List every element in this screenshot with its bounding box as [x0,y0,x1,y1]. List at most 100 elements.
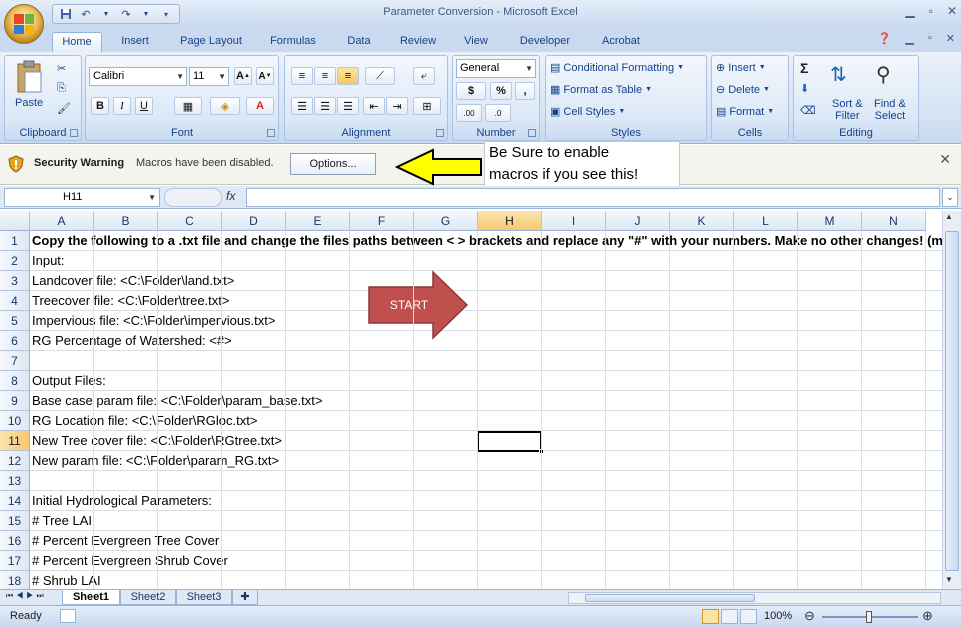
column-header[interactable]: E [286,211,350,231]
tab-developer[interactable]: Developer [508,32,582,52]
cell-a17[interactable]: # Percent Evergreen Shrub Cover [32,551,228,571]
align-right-icon[interactable]: ☰ [337,97,359,115]
office-button[interactable] [4,4,44,44]
page-break-view-icon[interactable] [740,609,757,624]
format-as-table-button[interactable]: ▦ Format as Table ▼ [550,83,652,97]
align-middle-icon[interactable]: ≡ [314,67,336,85]
align-left-icon[interactable]: ☰ [291,97,313,115]
close-icon[interactable]: ✕ [939,151,951,168]
cell-a8[interactable]: Output Files: [32,371,106,391]
workbook-restore-icon[interactable]: ▫ [928,32,932,45]
workbook-close-icon[interactable]: ✕ [946,32,955,45]
row-header[interactable]: 1 [0,231,30,251]
font-color-icon[interactable]: A [246,97,274,115]
paste-button[interactable]: Paste [15,60,43,109]
help-icon[interactable]: ❓ [878,32,892,45]
column-header[interactable]: C [158,211,222,231]
column-header[interactable]: K [670,211,734,231]
sort-filter-icon[interactable]: ⇅ [830,62,847,87]
copy-icon[interactable]: ⎘ [57,82,66,95]
cell-a15[interactable]: # Tree LAI [32,511,92,531]
number-launcher-icon[interactable] [528,129,536,137]
page-layout-view-icon[interactable] [721,609,738,624]
tab-page-layout[interactable]: Page Layout [172,32,250,52]
font-size-combo[interactable]: 11 ▼ [189,67,229,86]
find-select-icon[interactable]: ⚲ [876,62,891,87]
column-header[interactable]: H [478,211,542,231]
worksheet-grid[interactable]: ABCDEFGHIJKLMN 1 Copy the following to a … [0,211,942,589]
row-header[interactable]: 6 [0,331,30,351]
name-box[interactable]: H11 ▼ [4,188,160,207]
align-bottom-icon[interactable]: ≡ [337,67,359,85]
column-header[interactable]: B [94,211,158,231]
workbook-minimize-icon[interactable]: ▁ [905,32,913,45]
shrink-font-icon[interactable]: A ▼ [256,67,274,85]
tab-insert[interactable]: Insert [110,32,160,52]
increase-indent-icon[interactable]: ⇥ [386,97,408,115]
cell-a10[interactable]: RG Location file: <C:\Folder\RGloc.txt> [32,411,257,431]
column-header[interactable]: N [862,211,926,231]
vertical-scrollbar[interactable]: ▲ ▼ [942,211,961,589]
grow-font-icon[interactable]: A ▲ [234,67,252,85]
cell-styles-button[interactable]: ▣ Cell Styles ▼ [550,105,625,119]
scroll-down-icon[interactable]: ▼ [945,575,953,584]
cell-a4[interactable]: Treecover file: <C:\Folder\tree.txt> [32,291,229,311]
delete-cells-button[interactable]: ⊖ Delete ▼ [716,83,770,97]
restore-icon[interactable]: ▫ [929,4,933,18]
column-header[interactable]: M [798,211,862,231]
cell-a9[interactable]: Base case param file: <C:\Folder\param_b… [32,391,322,411]
tab-acrobat[interactable]: Acrobat [592,32,650,52]
conditional-formatting-button[interactable]: ▤ Conditional Formatting ▼ [550,61,684,75]
column-header[interactable]: I [542,211,606,231]
decrease-indent-icon[interactable]: ⇤ [363,97,385,115]
column-header[interactable]: A [30,211,94,231]
select-all-corner[interactable] [0,211,30,231]
cell-a2[interactable]: Input: [32,251,65,271]
sheet-tab-sheet1[interactable]: Sheet1 [62,590,120,605]
row-header[interactable]: 8 [0,371,30,391]
cell-a14[interactable]: Initial Hydrological Parameters: [32,491,212,511]
column-header[interactable]: L [734,211,798,231]
macro-record-icon[interactable] [60,609,76,623]
underline-icon[interactable]: U [135,97,153,115]
normal-view-icon[interactable] [702,609,719,624]
row-header[interactable]: 14 [0,491,30,511]
insert-function-icon[interactable]: fx [226,189,235,203]
align-center-icon[interactable]: ☰ [314,97,336,115]
horizontal-scroll-thumb[interactable] [585,594,755,602]
borders-icon[interactable]: ▦ [174,97,202,115]
cell-a3[interactable]: Landcover file: <C:\Folder\land.txt> [32,271,234,291]
row-header[interactable]: 10 [0,411,30,431]
row-header[interactable]: 4 [0,291,30,311]
currency-button[interactable]: $ [456,82,486,100]
cell-a5[interactable]: Impervious file: <C:\Folder\impervious.t… [32,311,275,331]
expand-formula-bar-icon[interactable]: ⌄ [942,188,958,207]
row-header[interactable]: 3 [0,271,30,291]
format-painter-icon[interactable]: 🖌 [57,102,71,115]
sheet-nav-icon[interactable]: ⏮◀▶⏭ [6,591,47,601]
sort-filter-button[interactable]: Sort & Filter [832,98,863,122]
column-header[interactable]: F [350,211,414,231]
fill-icon[interactable]: ⬇ [800,82,809,95]
column-header[interactable]: J [606,211,670,231]
alignment-launcher-icon[interactable] [436,129,444,137]
column-header[interactable]: D [222,211,286,231]
scroll-up-icon[interactable]: ▲ [945,212,953,221]
decrease-decimal-icon[interactable]: .0 [485,104,511,122]
insert-cells-button[interactable]: ⊕ Insert ▼ [716,61,766,75]
row-header[interactable]: 18 [0,571,30,589]
merge-center-icon[interactable]: ⊞ [413,97,441,115]
increase-decimal-icon[interactable]: .00 [456,104,482,122]
cell-a1[interactable]: Copy the following to a .txt file and ch… [32,231,942,251]
insert-sheet-icon[interactable]: ✚ [232,590,258,605]
comma-button[interactable]: , [515,82,535,100]
row-header[interactable]: 7 [0,351,30,371]
row-header[interactable]: 2 [0,251,30,271]
row-header[interactable]: 17 [0,551,30,571]
sheet-tab-sheet2[interactable]: Sheet2 [120,590,176,605]
fill-color-icon[interactable]: ◈ [210,97,240,115]
formula-bar-expand-control[interactable] [164,188,222,207]
zoom-slider-thumb[interactable] [866,611,872,623]
formula-input[interactable] [246,188,940,207]
bold-icon[interactable]: B [91,97,109,115]
